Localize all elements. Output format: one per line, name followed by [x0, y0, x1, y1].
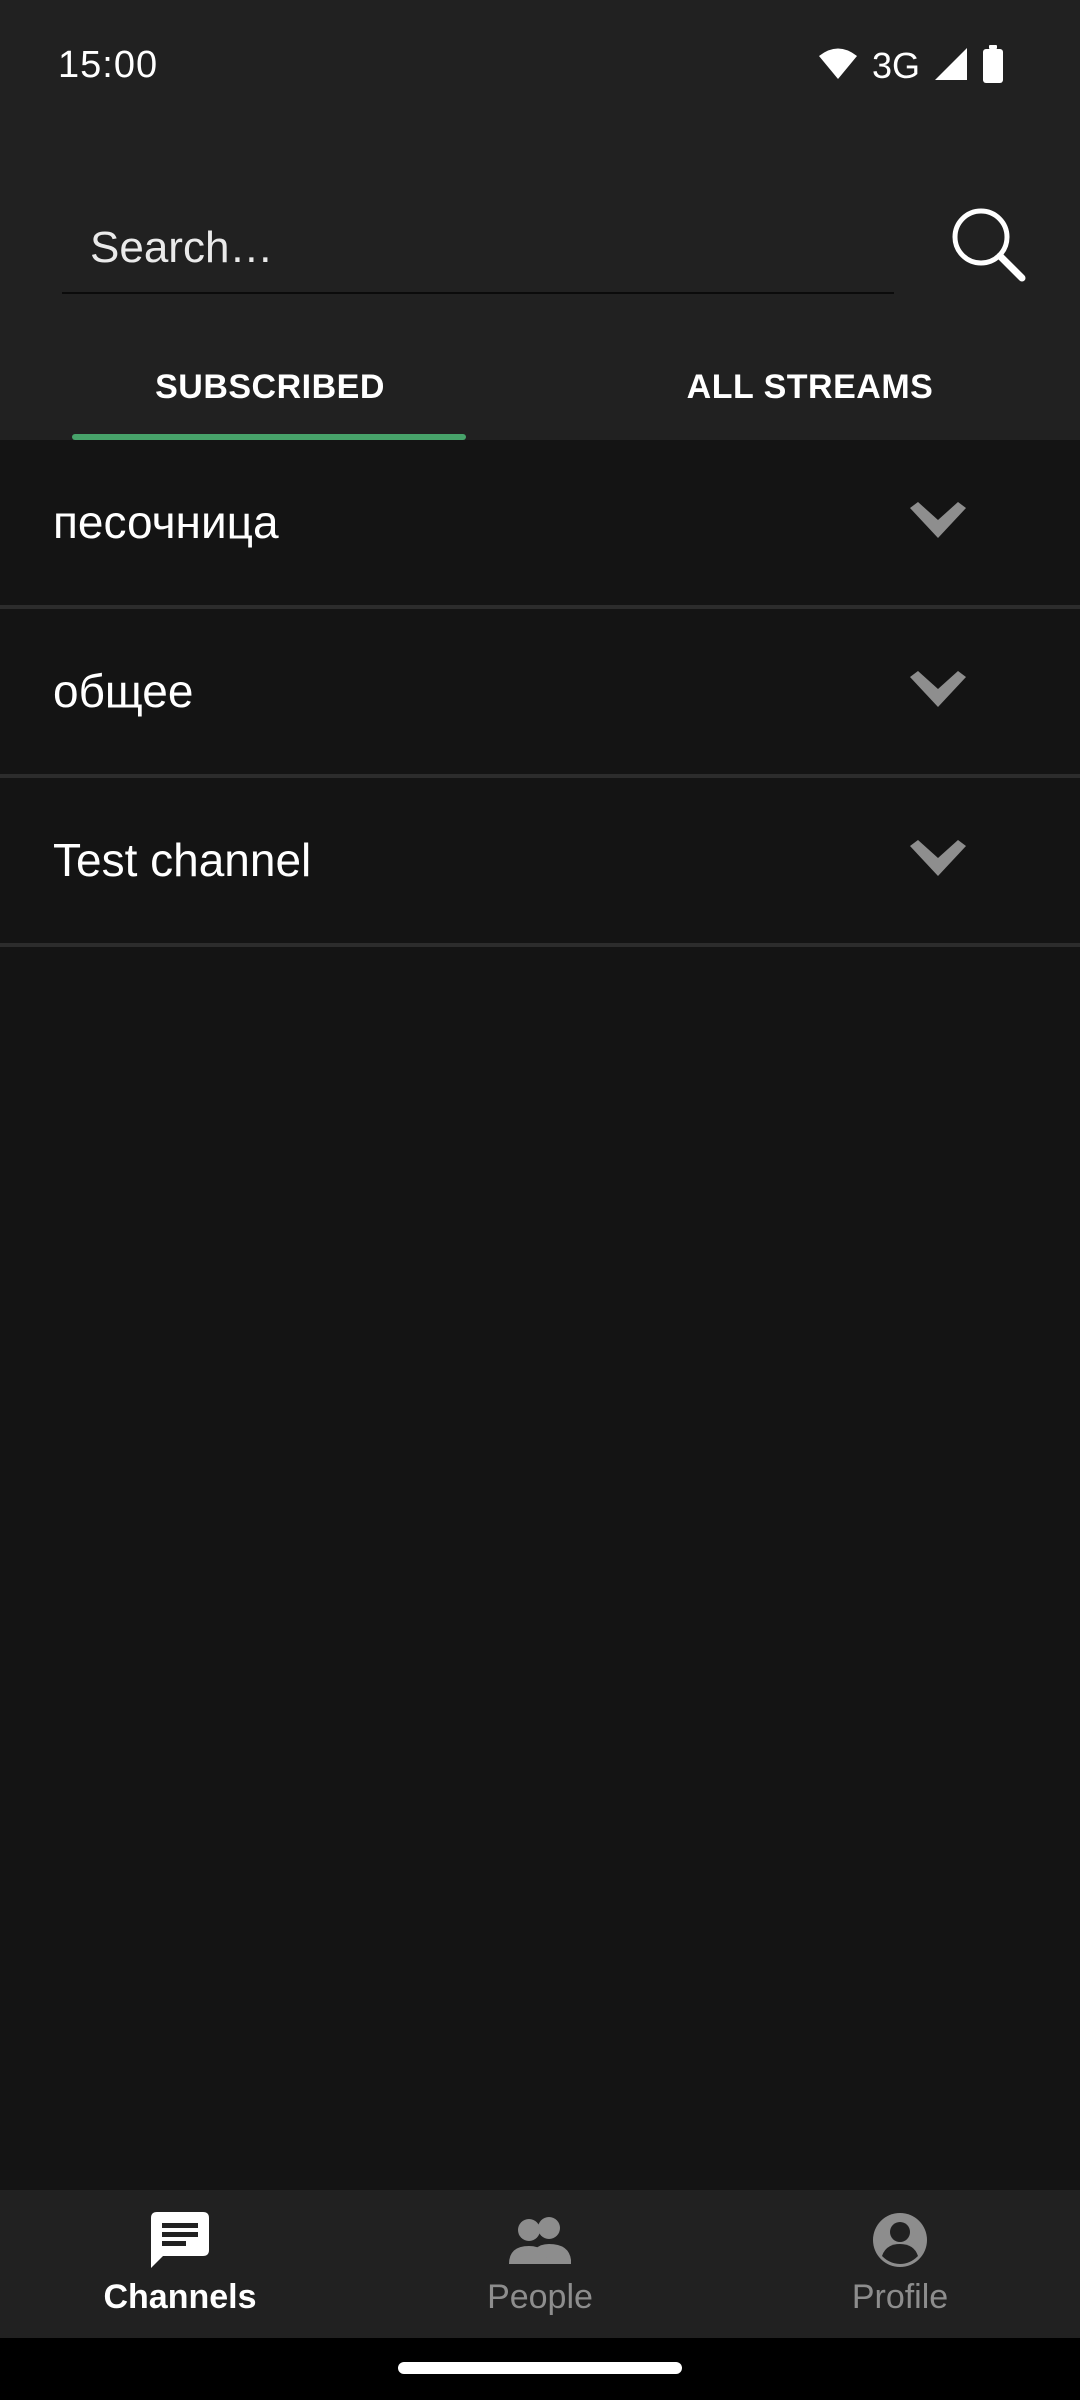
nav-channels-label: Channels	[103, 2278, 257, 2316]
search-button[interactable]	[940, 198, 1036, 294]
stream-row[interactable]: Test channel	[0, 778, 1080, 947]
nav-channels[interactable]: Channels	[0, 2190, 360, 2338]
wifi-icon	[818, 47, 858, 86]
stream-row[interactable]: общее	[0, 609, 1080, 778]
search-field	[62, 204, 894, 294]
gesture-navigation-bar	[0, 2338, 1080, 2400]
network-type: 3G	[871, 45, 920, 86]
header: SUBSCRIBED ALL STREAMS	[0, 134, 1080, 440]
nav-profile-label: Profile	[851, 2278, 949, 2316]
tab-all-streams[interactable]: ALL STREAMS	[540, 334, 1080, 440]
status-bar: 15:00 3G	[0, 0, 1080, 134]
chat-icon	[151, 2208, 209, 2272]
nav-people-label: People	[487, 2278, 593, 2316]
tab-all-streams-label: ALL STREAMS	[686, 367, 934, 406]
stream-tabs: SUBSCRIBED ALL STREAMS	[0, 334, 1080, 440]
stream-name: Test channel	[53, 834, 312, 886]
stream-name: песочница	[53, 496, 279, 548]
profile-icon	[872, 2208, 928, 2272]
chevron-down-icon[interactable]	[906, 836, 970, 884]
status-icons: 3G	[818, 44, 1004, 88]
status-time: 15:00	[58, 44, 159, 86]
signal-icon	[934, 47, 968, 86]
search-input[interactable]	[90, 204, 870, 292]
nav-people[interactable]: People	[360, 2190, 720, 2338]
chevron-down-icon[interactable]	[906, 667, 970, 715]
people-icon	[509, 2208, 571, 2272]
app-screen: 15:00 3G Search… SUBSCRIBED ALL STREAMS …	[0, 0, 1080, 2400]
tab-subscribed[interactable]: SUBSCRIBED	[0, 334, 540, 440]
chevron-down-icon[interactable]	[906, 498, 970, 546]
stream-name: общее	[53, 665, 194, 717]
search-icon	[950, 206, 1026, 287]
bottom-navigation: Channels People Profile	[0, 2190, 1080, 2338]
tab-subscribed-label: SUBSCRIBED	[155, 367, 385, 406]
stream-list: песочница общее Test channel	[0, 440, 1080, 947]
home-gesture-handle[interactable]	[398, 2362, 682, 2374]
battery-icon	[982, 44, 1004, 88]
nav-profile[interactable]: Profile	[720, 2190, 1080, 2338]
stream-row[interactable]: песочница	[0, 440, 1080, 609]
